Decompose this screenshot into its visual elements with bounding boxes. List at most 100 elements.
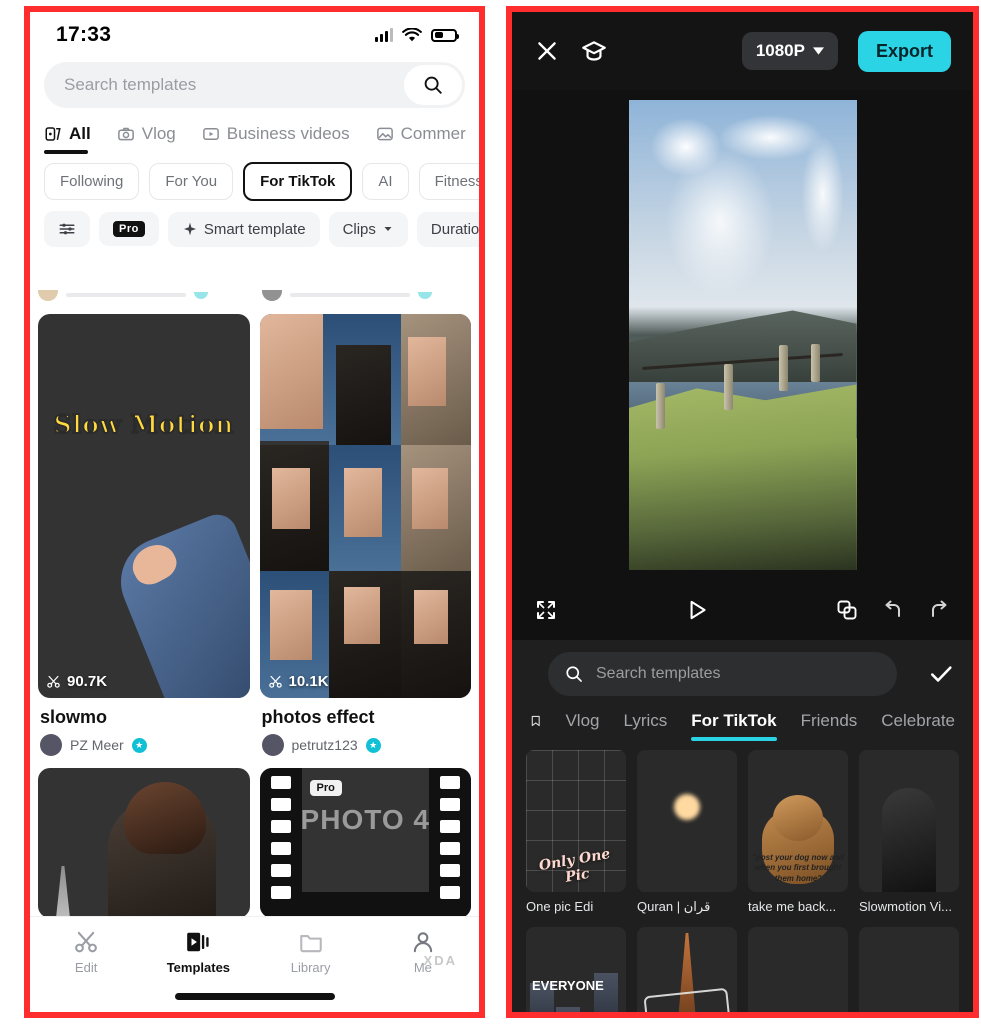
search-input[interactable]: Search templates: [44, 62, 465, 108]
template-thumbnail[interactable]: Pro PHOTO 4: [259, 768, 471, 916]
template-uses-count: 90.7K: [67, 673, 108, 690]
template-card-slowmo[interactable]: Slow Motion 90.7K slowmo PZ Meer ★: [38, 314, 250, 760]
thumbnail-art: [882, 788, 936, 892]
status-time: 17:33: [56, 23, 112, 46]
editor-top-bar: 1080P Export: [512, 12, 973, 90]
check-icon[interactable]: [927, 660, 955, 688]
nav-item-library[interactable]: Library: [255, 917, 367, 987]
template-thumbnail[interactable]: [859, 750, 959, 892]
template-card-one-pic-edi[interactable]: Only One Pic One pic Edi: [526, 750, 626, 915]
template-title: photos effect: [261, 707, 375, 727]
search-placeholder: Search templates: [596, 665, 721, 682]
thumbnail-art: [344, 586, 381, 645]
play-box-icon: [202, 128, 219, 140]
template-thumbnail[interactable]: XDA: [859, 927, 959, 1012]
template-thumbnail[interactable]: Slow Motion 90.7K: [38, 314, 250, 698]
template-author[interactable]: PZ Meer ★: [40, 734, 248, 756]
search-input[interactable]: Search templates: [548, 652, 897, 696]
tab-celebrate[interactable]: Celebrate: [881, 711, 955, 741]
template-card-photos-effect[interactable]: 10.1K photos effect petrutz123 ★: [259, 314, 471, 760]
video-preview-area[interactable]: [512, 90, 973, 580]
sparkle-icon: [183, 222, 196, 236]
template-thumbnail[interactable]: [38, 768, 250, 916]
tab-business-videos[interactable]: Business videos: [202, 124, 350, 154]
tab-for-tiktok[interactable]: For TikTok: [691, 711, 777, 741]
template-thumbnail[interactable]: 10.1K: [259, 314, 471, 698]
template-grid-row-1: Only One Pic One pic Edi Quran | قران "p…: [512, 742, 973, 915]
thumbnail-art: [556, 1007, 580, 1012]
bookmark-icon[interactable]: [530, 710, 541, 732]
video-preview[interactable]: [628, 100, 857, 570]
template-thumbnail[interactable]: [637, 927, 737, 1012]
left-phone-panel: 17:33 Search templates All Vlog Business…: [24, 6, 485, 1018]
chip-following[interactable]: Following: [44, 163, 140, 200]
thumbnail-art: [413, 590, 448, 645]
template-author-name: petrutz123: [291, 737, 358, 753]
close-icon[interactable]: [534, 38, 560, 64]
template-thumbnail[interactable]: Only One Pic: [526, 750, 626, 892]
tab-vlog[interactable]: Vlog: [565, 711, 599, 741]
thumbnail-art: [123, 782, 206, 854]
verified-badge-icon: ★: [131, 737, 147, 753]
template-card-slowmotion-vi[interactable]: Slowmotion Vi...: [859, 750, 959, 915]
thumbnail-art: [344, 467, 383, 537]
thumbnail-art: [270, 590, 313, 660]
template-card-row2-right[interactable]: Pro PHOTO 4: [259, 768, 471, 916]
templates-icon: [187, 932, 209, 952]
chevron-down-icon: [384, 227, 392, 231]
watermark: XDA: [423, 953, 457, 968]
template-card-butterfly[interactable]: BUTTERFLY: [748, 927, 848, 1012]
template-browser: Search templates Vlog Lyrics For TikTok …: [512, 640, 973, 1012]
template-author[interactable]: petrutz123 ★: [261, 734, 470, 756]
thumbnail-art: [335, 344, 391, 445]
filter-sliders-icon: [59, 223, 75, 235]
template-uses-count: 10.1K: [288, 673, 329, 690]
chip-for-you[interactable]: For You: [149, 163, 234, 200]
resolution-label: 1080P: [755, 41, 805, 60]
template-card-eiffel[interactable]: [637, 927, 737, 1012]
template-label: One pic Edi: [526, 899, 594, 914]
duplicate-icon[interactable]: [835, 598, 859, 622]
chip-fitness[interactable]: Fitness: [418, 163, 479, 200]
nav-item-templates[interactable]: Templates: [142, 917, 254, 987]
tab-friends[interactable]: Friends: [801, 711, 858, 741]
thumbnail-overlay-text: PHOTO 4: [300, 804, 430, 835]
template-thumbnail[interactable]: EVERYONE HAS: [526, 927, 626, 1012]
tab-lyrics[interactable]: Lyrics: [624, 711, 668, 741]
template-card-take-me-back[interactable]: "post your dog now and when you first br…: [748, 750, 848, 915]
undo-icon[interactable]: [881, 598, 905, 622]
template-uses: 10.1K: [268, 673, 329, 690]
nav-item-me[interactable]: Me: [367, 917, 479, 987]
filter-duration-button[interactable]: Duration: [416, 211, 479, 247]
template-feed[interactable]: Slow Motion 90.7K slowmo PZ Meer ★ 10.1K…: [30, 284, 479, 916]
template-card-everyone-has[interactable]: EVERYONE HAS: [526, 927, 626, 1012]
template-thumbnail[interactable]: [637, 750, 737, 892]
play-icon[interactable]: [684, 597, 710, 623]
thumbnail-art: [301, 892, 429, 916]
redo-icon[interactable]: [927, 598, 951, 622]
template-thumbnail[interactable]: BUTTERFLY: [748, 927, 848, 1012]
graduation-cap-icon[interactable]: [580, 38, 608, 64]
filter-sliders-button[interactable]: [44, 211, 90, 247]
filter-clips-button[interactable]: Clips: [328, 211, 408, 247]
thumbnail-overlay-text: Slow Motion: [53, 409, 235, 440]
template-card-quran[interactable]: Quran | قران: [637, 750, 737, 915]
template-card-row2-left[interactable]: [38, 768, 250, 916]
resolution-selector[interactable]: 1080P: [741, 32, 838, 70]
chip-for-tiktok[interactable]: For TikTok: [243, 162, 353, 201]
fullscreen-icon[interactable]: [534, 598, 558, 622]
template-thumbnail[interactable]: "post your dog now and when you first br…: [748, 750, 848, 892]
nav-item-edit[interactable]: Edit: [30, 917, 142, 987]
tab-all[interactable]: All: [44, 124, 91, 154]
chip-ai[interactable]: AI: [362, 163, 409, 200]
filter-clips-label: Clips: [342, 220, 376, 238]
partial-card-meta: [38, 284, 248, 306]
scissors-icon: [268, 675, 282, 688]
template-card-sunset[interactable]: XDA: [859, 927, 959, 1012]
tab-vlog[interactable]: Vlog: [117, 124, 176, 154]
search-button[interactable]: [404, 65, 462, 105]
tab-commercial[interactable]: Commer: [376, 124, 466, 154]
export-button[interactable]: Export: [857, 30, 951, 72]
filter-smart-template-button[interactable]: Smart template: [167, 211, 320, 247]
filter-pro-button[interactable]: Pro: [99, 212, 159, 246]
